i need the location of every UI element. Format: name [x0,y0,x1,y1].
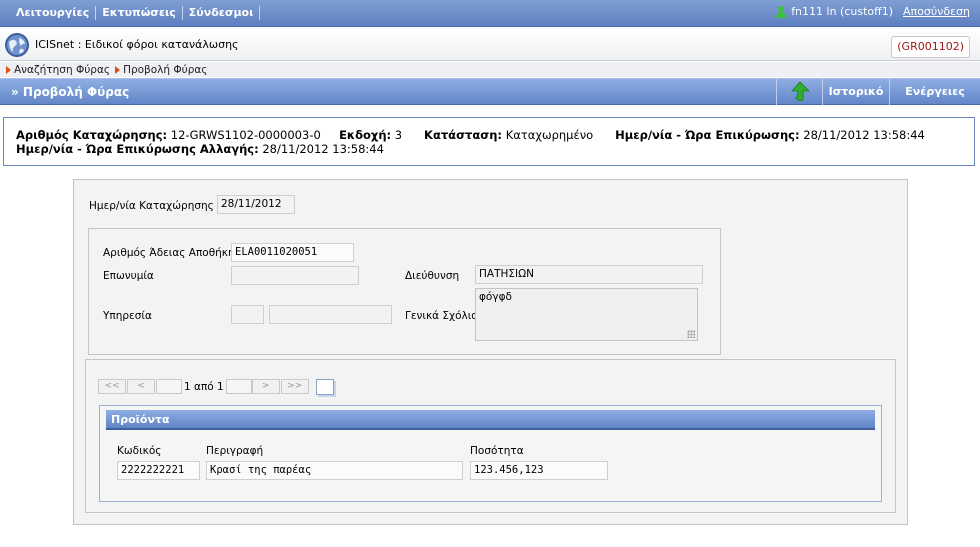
validation-datetime-label: Ημερ/νία - Ώρα Επικύρωσης: [615,128,800,142]
version-value: 3 [394,128,403,142]
registration-date-label: Ημερ/νία Καταχώρησης [89,200,214,212]
service-code-field[interactable] [231,305,264,324]
breadcrumb-label: Αναζήτηση Φύρας [14,63,111,76]
info-line-1: Αριθμός Καταχώρησης: 12-GRWS1102-0000003… [16,128,962,142]
app-title-bar: ICISnet : Ειδικοί φόροι κατανάλωσης (GR0… [0,28,980,61]
menu-item-operations[interactable]: Λειτουργίες [10,6,97,20]
comments-textarea[interactable]: φόγφδ [475,288,698,341]
menu-item-links[interactable]: Σύνδεσμοι [183,6,261,20]
info-line-2: Ημερ/νία - Ώρα Επικύρωσης Αλλαγής: 28/11… [16,142,962,156]
user-name: fn111 ln (custoff1) [791,5,894,18]
main-form: Ημερ/νία Καταχώρησης 28/11/2012 Αριθμός … [73,179,908,525]
column-header-description: Περιγραφή [206,445,264,457]
column-header-code: Κωδικός [117,445,162,457]
permit-number-label: Αριθμός Άδειας Αποθήκης [103,247,241,259]
comments-label: Γενικά Σχόλια [405,310,479,322]
breadcrumb: Αναζήτηση Φύρας Προβολή Φύρας [0,62,980,77]
globe-logo-icon [5,33,29,57]
change-validation-datetime-value: 28/11/2012 13:58:44 [262,142,384,156]
breadcrumb-item-view[interactable]: Προβολή Φύρας [115,64,207,76]
product-code-field[interactable]: 2222222221 [117,461,200,480]
name-field[interactable] [231,266,359,285]
warehouse-details-box: Αριθμός Άδειας Αποθήκης ELA0011020051 Επ… [88,228,721,355]
product-quantity-field[interactable]: 123.456,123 [470,461,608,480]
arrow-right-icon [6,65,11,74]
address-label: Διεύθυνση [405,270,460,282]
registration-number-label: Αριθμός Καταχώρησης: [16,128,168,142]
comments-text: φόγφδ [479,291,512,303]
app-title: ICISnet : Ειδικοί φόροι κατανάλωσης [35,38,239,51]
service-name-field[interactable] [269,305,392,324]
pager-status: 1 από 1 [184,380,224,393]
product-description-field[interactable]: Κρασί της παρέας [206,461,463,480]
version-label: Εκδοχή: [339,128,392,142]
logout-link[interactable]: Αποσύνδεση [903,5,970,18]
pager-first-button[interactable]: << [98,379,126,394]
pager-spacer [225,379,252,394]
top-menu-bar: Λειτουργίες Εκτυπώσεις Σύνδεσμοι fn111 l… [0,0,980,27]
pager-next-button[interactable]: > [251,379,280,394]
breadcrumb-item-search[interactable]: Αναζήτηση Φύρας [6,64,110,76]
menu-item-prints[interactable]: Εκτυπώσεις [96,6,183,20]
status-value: Καταχωρημένο [505,128,594,142]
record-info-panel: Αριθμός Καταχώρησης: 12-GRWS1102-0000003… [3,117,975,166]
status-label: Κατάσταση: [424,128,503,142]
history-button[interactable]: Ιστορικό [822,79,889,105]
page-header-bar: » Προβολή Φύρας Ιστορικό Ενέργειες [0,78,980,105]
pager-page-input[interactable] [156,379,182,394]
service-label: Υπηρεσία [103,310,152,322]
products-grid-container: << < 1 από 1 > >> Προϊόντα Κωδικός Περιγ… [85,359,896,513]
registration-date-field[interactable]: 28/11/2012 [217,195,295,214]
name-label: Επωνυμία [103,270,154,282]
user-icon [776,6,787,18]
actions-button[interactable]: Ενέργειες [889,79,980,105]
address-field[interactable]: ΠΑΤΗΣΙΩΝ [475,265,703,284]
products-header: Προϊόντα [106,410,875,430]
breadcrumb-label: Προβολή Φύρας [123,63,208,76]
pager: << < 1 από 1 > >> [98,378,334,395]
user-area: fn111 ln (custoff1) Αποσύνδεση [775,5,970,18]
arrow-up-icon [790,81,810,102]
resize-handle-icon[interactable] [687,330,695,338]
pager-prev-button[interactable]: < [127,379,155,394]
main-menu: Λειτουργίες Εκτυπώσεις Σύνδεσμοι [10,6,261,20]
registration-number-value: 12-GRWS1102-0000003-0 [170,128,321,142]
navigate-up-button[interactable] [776,79,822,105]
change-validation-datetime-label: Ημερ/νία - Ώρα Επικύρωσης Αλλαγής: [16,142,259,156]
page-title: » Προβολή Φύρας [11,85,130,99]
permit-number-field[interactable]: ELA0011020051 [231,243,354,262]
form-code-badge: (GR001102) [891,36,970,58]
validation-datetime-value: 28/11/2012 13:58:44 [803,128,925,142]
products-panel: Προϊόντα Κωδικός Περιγραφή Ποσότητα 2222… [99,405,882,502]
arrow-right-icon [115,65,121,74]
column-header-quantity: Ποσότητα [470,445,524,457]
window-icon[interactable] [315,378,334,395]
pager-last-button[interactable]: >> [280,379,309,394]
